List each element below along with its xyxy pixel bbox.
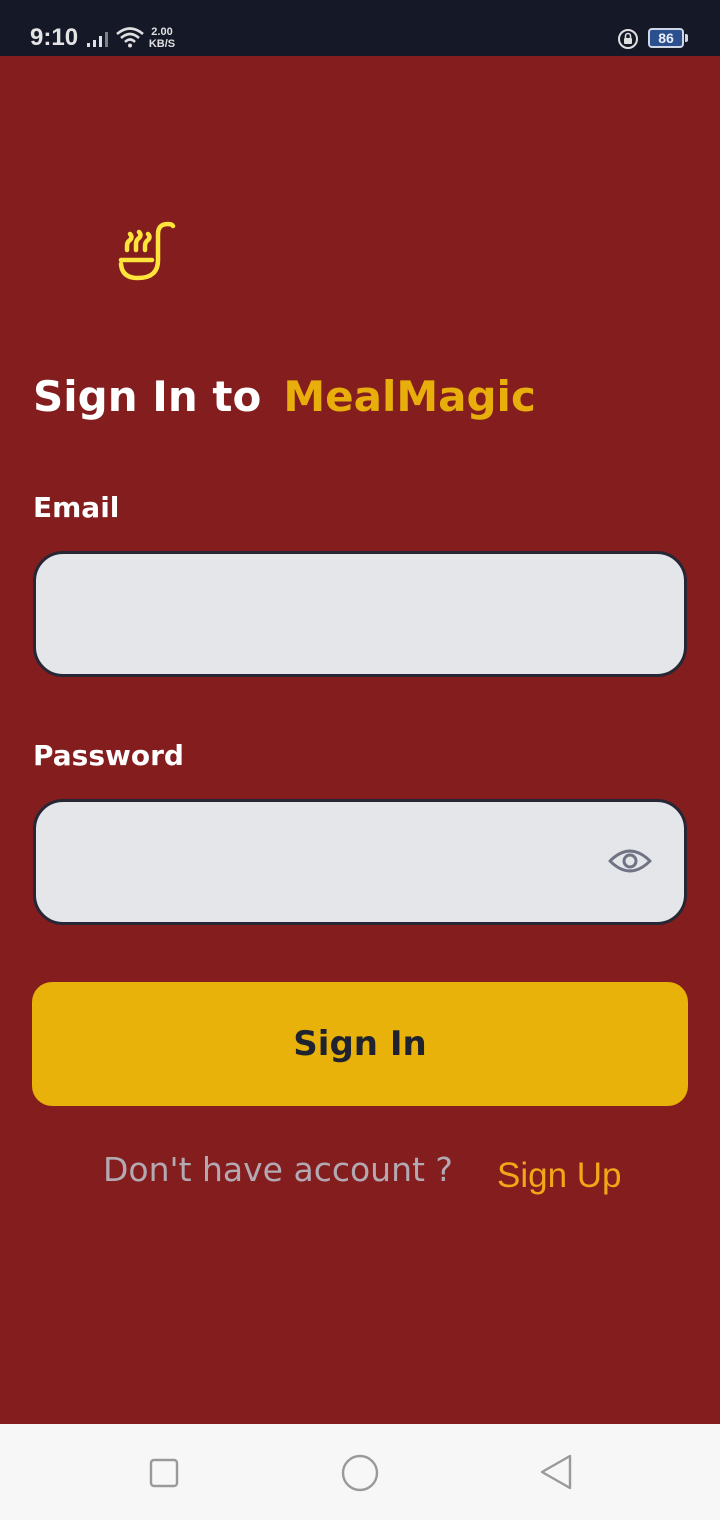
signup-prompt: Don't have account ? bbox=[103, 1150, 453, 1189]
signal-icon bbox=[87, 32, 108, 47]
ladle-steam-icon bbox=[118, 221, 176, 281]
status-time: 9:10 bbox=[30, 24, 79, 51]
title-prefix: Sign In to bbox=[33, 372, 262, 421]
password-field[interactable] bbox=[33, 799, 687, 925]
eye-icon[interactable] bbox=[608, 846, 652, 876]
sign-in-button-label: Sign In bbox=[293, 1024, 427, 1064]
page-title: Sign In to MealMagic bbox=[33, 368, 536, 426]
rotation-lock-icon bbox=[618, 29, 638, 49]
brand-name: MealMagic bbox=[283, 372, 536, 421]
battery-icon: 86 bbox=[648, 28, 684, 48]
email-field[interactable] bbox=[33, 551, 687, 677]
sign-up-link[interactable]: Sign Up bbox=[497, 1154, 622, 1198]
network-speed-unit: KB/S bbox=[148, 38, 176, 50]
network-speed-value: 2.00 bbox=[151, 26, 173, 38]
recents-square-icon[interactable] bbox=[149, 1458, 179, 1488]
system-nav-bar bbox=[0, 1424, 720, 1520]
home-circle-icon[interactable] bbox=[341, 1454, 379, 1492]
battery-level: 86 bbox=[658, 30, 674, 46]
wifi-icon bbox=[116, 27, 144, 48]
network-speed: 2.00 KB/S bbox=[147, 26, 177, 50]
status-bar: 9:10 2.00 KB/S 86 bbox=[0, 0, 720, 56]
sign-in-button[interactable]: Sign In bbox=[32, 982, 688, 1106]
battery-tip bbox=[685, 34, 688, 42]
password-label: Password bbox=[33, 739, 184, 772]
email-label: Email bbox=[33, 491, 120, 524]
back-triangle-icon[interactable] bbox=[539, 1453, 573, 1491]
